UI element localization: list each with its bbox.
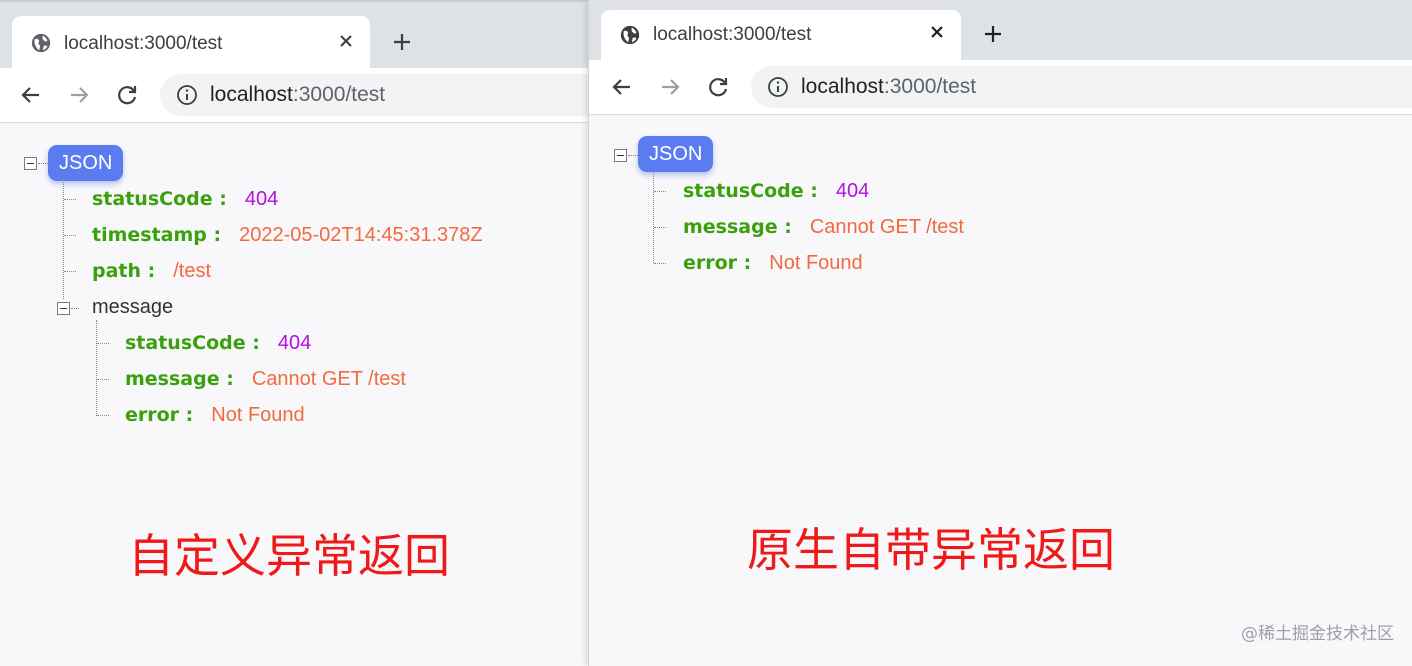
url-host: localhost xyxy=(801,75,884,98)
right-browser-window: localhost:3000/test localhost:3000/test … xyxy=(588,0,1412,666)
tree-connector xyxy=(64,199,76,200)
json-row-message: message : Cannot GET /test xyxy=(683,214,964,240)
json-value: Cannot GET /test xyxy=(251,368,406,390)
json-row-timestamp: timestamp : 2022-05-02T14:45:31.378Z xyxy=(92,222,483,248)
json-value: 404 xyxy=(244,188,279,210)
json-row-message: message : Cannot GET /test xyxy=(125,366,406,392)
tree-connector xyxy=(96,320,97,416)
json-value: 2022-05-02T14:45:31.378Z xyxy=(239,224,483,246)
address-bar[interactable]: localhost:3000/test xyxy=(751,66,1412,108)
tree-connector xyxy=(64,271,76,272)
tree-connector xyxy=(38,163,48,164)
json-value: /test xyxy=(173,260,212,282)
json-key: timestamp : xyxy=(92,224,222,246)
reload-icon[interactable] xyxy=(705,74,731,100)
tree-connector xyxy=(97,343,109,344)
tab-title: localhost:3000/test xyxy=(653,24,812,45)
browser-toolbar: localhost:3000/test xyxy=(0,68,590,123)
json-value: Cannot GET /test xyxy=(809,216,964,238)
json-key: error : xyxy=(125,404,194,426)
tree-connector xyxy=(63,179,64,299)
tab-strip: localhost:3000/test xyxy=(0,2,590,72)
back-arrow-icon[interactable] xyxy=(18,82,44,108)
tab-title: localhost:3000/test xyxy=(64,33,223,54)
json-row-statuscode: statusCode : 404 xyxy=(92,186,278,212)
url-path: :3000/test xyxy=(883,75,977,98)
json-key: path : xyxy=(92,260,156,282)
json-root-badge[interactable]: JSON xyxy=(48,145,124,181)
json-key: error : xyxy=(683,252,752,274)
json-value: 404 xyxy=(277,332,312,354)
collapse-toggle-icon[interactable] xyxy=(57,302,70,315)
close-icon[interactable] xyxy=(336,31,356,51)
tree-connector xyxy=(654,263,666,264)
tree-connector xyxy=(654,191,666,192)
browser-tab[interactable]: localhost:3000/test xyxy=(601,10,961,60)
json-row-statuscode: statusCode : 404 xyxy=(125,330,311,356)
page-content: JSON statusCode : 404 message : Cannot GET… xyxy=(589,116,1412,666)
json-row-error: error : Not Found xyxy=(125,402,305,428)
url-text: localhost:3000/test xyxy=(801,75,976,99)
collapse-toggle-icon[interactable] xyxy=(614,149,627,162)
json-row-path: path : /test xyxy=(92,258,211,284)
tree-connector xyxy=(654,227,666,228)
tree-connector xyxy=(64,235,76,236)
tree-connector xyxy=(628,155,638,156)
json-root-badge[interactable]: JSON xyxy=(638,136,714,172)
plus-icon[interactable] xyxy=(981,22,1005,46)
back-arrow-icon[interactable] xyxy=(609,74,635,100)
url-host: localhost xyxy=(210,83,293,106)
caption-custom-exception: 自定义异常返回 xyxy=(128,529,450,583)
json-value: 404 xyxy=(835,180,870,202)
info-icon[interactable] xyxy=(176,84,198,106)
close-icon[interactable] xyxy=(927,22,947,42)
json-row-error: error : Not Found xyxy=(683,250,863,276)
json-key: message : xyxy=(125,368,234,390)
json-node-label: message xyxy=(92,296,174,318)
forward-arrow-icon[interactable] xyxy=(66,82,92,108)
tree-connector xyxy=(653,171,654,263)
json-value: Not Found xyxy=(211,404,305,426)
json-row-statuscode: statusCode : 404 xyxy=(683,178,869,204)
left-browser-window: localhost:3000/test localhost:3000/test … xyxy=(0,0,590,666)
tab-strip: localhost:3000/test xyxy=(589,0,1412,60)
forward-arrow-icon[interactable] xyxy=(657,74,683,100)
json-row-message[interactable]: message xyxy=(92,294,173,320)
url-path: :3000/test xyxy=(292,83,386,106)
tree-connector xyxy=(71,308,79,309)
browser-toolbar: localhost:3000/test xyxy=(589,60,1412,115)
globe-icon xyxy=(31,33,51,53)
json-key: message : xyxy=(683,216,792,238)
plus-icon[interactable] xyxy=(390,30,414,54)
tree-connector xyxy=(97,379,109,380)
watermark: @稀土掘金技术社区 xyxy=(1241,624,1394,644)
tree-connector xyxy=(97,415,109,416)
page-content: JSON statusCode : 404 timestamp : 2022-05-… xyxy=(0,124,590,666)
json-key: statusCode : xyxy=(125,332,260,354)
json-value: Not Found xyxy=(769,252,863,274)
reload-icon[interactable] xyxy=(114,82,140,108)
globe-icon xyxy=(620,25,640,45)
url-text: localhost:3000/test xyxy=(210,83,385,107)
collapse-toggle-icon[interactable] xyxy=(24,157,37,170)
json-key: statusCode : xyxy=(683,180,818,202)
json-key: statusCode : xyxy=(92,188,227,210)
browser-tab[interactable]: localhost:3000/test xyxy=(12,16,370,72)
caption-native-exception: 原生自带异常返回 xyxy=(747,523,1115,577)
address-bar[interactable]: localhost:3000/test xyxy=(160,74,590,116)
info-icon[interactable] xyxy=(767,76,789,98)
